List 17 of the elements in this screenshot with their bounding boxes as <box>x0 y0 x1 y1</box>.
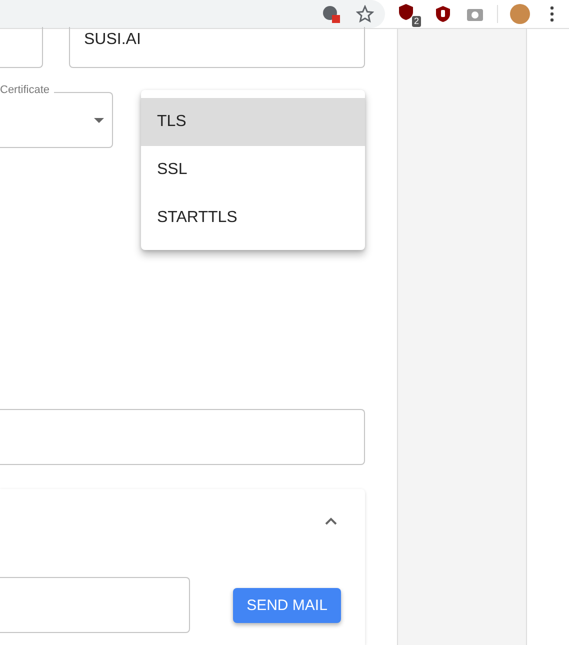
text-field[interactable] <box>0 27 43 68</box>
shield-icon[interactable] <box>397 3 415 21</box>
certificate-label: Certificate <box>0 84 54 96</box>
star-icon[interactable] <box>355 4 375 24</box>
text-field[interactable] <box>0 409 365 465</box>
menu-item[interactable]: SSL <box>141 146 365 194</box>
chevron-up-icon[interactable] <box>325 517 337 525</box>
send-mail-button[interactable]: SEND MAIL <box>233 588 341 622</box>
menu-item[interactable]: TLS <box>141 98 365 146</box>
hand-shield-icon[interactable] <box>433 4 453 24</box>
avatar[interactable] <box>510 4 530 24</box>
menu-item[interactable]: STARTTLS <box>141 194 365 242</box>
cookie-blocked-icon[interactable] <box>321 4 341 24</box>
extension-badge: 2 <box>412 16 421 27</box>
dropdown-caret-icon <box>94 118 104 122</box>
organization-field[interactable]: SUSI.AI <box>69 27 365 68</box>
email-field[interactable] <box>0 577 190 633</box>
